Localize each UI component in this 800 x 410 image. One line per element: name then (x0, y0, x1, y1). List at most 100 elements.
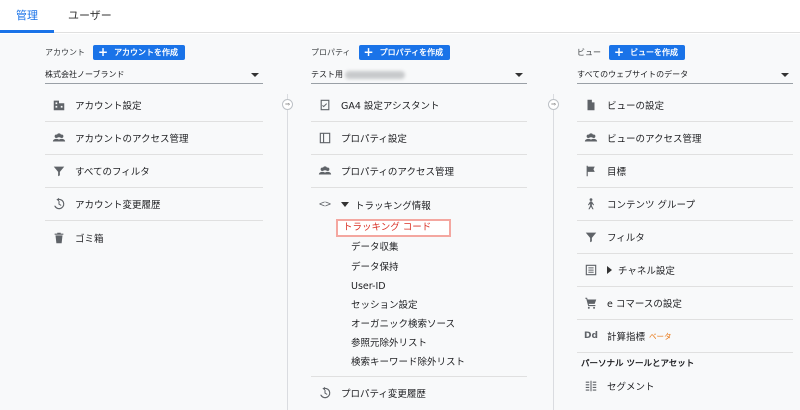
view-column-header: ビュー + ビューを作成 (577, 44, 686, 60)
item-label: ビューの設定 (607, 101, 665, 112)
search-term-exclusion-link[interactable]: 検索キーワード除外リスト (351, 354, 465, 372)
account-selected: 株式会社ノーブランド (45, 70, 125, 79)
item-label: プロパティのアクセス管理 (341, 167, 454, 178)
trash-item[interactable]: ゴミ箱 (45, 221, 263, 254)
layout-icon (317, 130, 333, 146)
account-access-item[interactable]: アカウントのアクセス管理 (45, 122, 263, 155)
people-icon (583, 130, 599, 146)
item-label: 目標 (607, 167, 627, 178)
item-label: セグメント (607, 381, 655, 393)
ga4-assistant-item[interactable]: GA4 設定アシスタント (311, 89, 527, 122)
chevron-down-icon (341, 202, 349, 207)
building-icon (51, 97, 67, 113)
admin-tab-bar: 管理 ユーザー (0, 0, 800, 33)
tab-user[interactable]: ユーザー (52, 0, 128, 33)
code-icon: <> (318, 199, 332, 210)
view-settings-item[interactable]: ビューの設定 (577, 89, 793, 122)
column-divider (553, 94, 554, 410)
chevron-right-icon (607, 266, 612, 274)
flag-icon (583, 163, 599, 179)
personal-tools-heading: パーソナル ツールとアセット (581, 359, 695, 369)
property-selected: テスト用 (311, 69, 515, 80)
item-label: アカウントのアクセス管理 (75, 134, 189, 145)
property-label: プロパティ (311, 47, 351, 57)
chevron-down-icon (781, 72, 789, 77)
property-access-item[interactable]: プロパティのアクセス管理 (311, 155, 527, 188)
people-icon (317, 163, 333, 179)
tracking-code-link[interactable]: トラッキング コード (336, 219, 452, 237)
ecommerce-settings-item[interactable]: e コマースの設定 (577, 287, 793, 320)
create-account-label: アカウントを作成 (114, 47, 179, 57)
property-selector[interactable]: テスト用 (311, 66, 527, 84)
plus-icon: + (98, 45, 109, 59)
item-label: プロパティ設定 (341, 134, 407, 145)
beta-badge: ベータ (649, 331, 672, 341)
item-label: ゴミ箱 (75, 233, 104, 245)
referral-exclusion-link[interactable]: 参照元除外リスト (351, 335, 427, 353)
create-account-button[interactable]: + アカウントを作成 (93, 44, 186, 60)
all-filters-item[interactable]: すべてのフィルタ (45, 155, 263, 188)
account-selector[interactable]: 株式会社ノーブランド (45, 66, 263, 84)
create-view-button[interactable]: + ビューを作成 (609, 44, 686, 60)
dd-icon: Dd (584, 331, 598, 341)
chevron-down-icon (251, 72, 259, 77)
plus-icon: + (363, 45, 374, 59)
item-label: すべてのフィルタ (75, 167, 150, 178)
item-label: 計算指標 (607, 332, 646, 343)
person-walk-icon (583, 196, 599, 212)
item-label: アカウント変更履歴 (75, 200, 161, 211)
content-grouping-item[interactable]: コンテンツ グループ (577, 188, 793, 221)
calculated-metrics-item[interactable]: Dd 計算指標 ベータ (577, 320, 793, 353)
item-label: GA4 設定アシスタント (341, 101, 440, 112)
chevron-down-icon (515, 72, 523, 77)
view-selected: すべてのウェブサイトのデータ (577, 70, 689, 79)
filter-icon (583, 229, 599, 245)
channel-settings-item[interactable]: チャネル設定 (577, 254, 793, 287)
history-icon (317, 385, 333, 401)
data-retention-link[interactable]: データ保持 (351, 259, 399, 277)
item-label: チャネル設定 (618, 266, 675, 277)
column-divider (287, 94, 288, 410)
organic-search-link[interactable]: オーガニック検索ソース (351, 316, 455, 334)
people-icon (51, 130, 67, 146)
create-property-button[interactable]: + プロパティを作成 (358, 44, 451, 60)
view-access-item[interactable]: ビューのアクセス管理 (577, 122, 793, 155)
tab-admin[interactable]: 管理 (0, 0, 54, 33)
account-label: アカウント (45, 47, 85, 57)
item-label: コンテンツ グループ (607, 200, 695, 211)
user-id-link[interactable]: User-ID (351, 278, 386, 296)
view-filters-item[interactable]: フィルタ (577, 221, 793, 254)
property-column-header: プロパティ + プロパティを作成 (311, 44, 451, 60)
item-label: トラッキング情報 (355, 200, 431, 212)
arrow-right-icon: ⇒ (282, 99, 293, 110)
session-settings-link[interactable]: セッション設定 (351, 297, 418, 315)
item-label: フィルタ (607, 233, 645, 244)
plus-icon: + (614, 45, 625, 59)
view-label: ビュー (577, 47, 601, 57)
account-history-item[interactable]: アカウント変更履歴 (45, 188, 263, 221)
history-icon (51, 196, 67, 212)
view-selector[interactable]: すべてのウェブサイトのデータ (577, 66, 793, 84)
property-history-item[interactable]: プロパティ変更履歴 (311, 376, 527, 409)
account-settings-item[interactable]: アカウント設定 (45, 89, 263, 122)
admin-content: アカウント + アカウントを作成 株式会社ノーブランド アカウント設定 アカウン… (0, 34, 800, 410)
checklist-icon (317, 97, 333, 113)
account-column-header: アカウント + アカウントを作成 (45, 44, 186, 60)
trash-icon (51, 230, 67, 246)
item-label: ビューのアクセス管理 (607, 134, 702, 145)
tracking-info-item[interactable]: <> トラッキング情報 (311, 188, 527, 221)
property-settings-item[interactable]: プロパティ設定 (311, 122, 527, 155)
data-collection-link[interactable]: データ収集 (351, 239, 399, 257)
cart-icon (583, 295, 599, 311)
document-icon (583, 97, 599, 113)
channel-icon (583, 262, 599, 278)
item-label: アカウント設定 (75, 101, 142, 112)
create-view-label: ビューを作成 (630, 47, 679, 57)
segments-item[interactable]: セグメント (577, 369, 793, 402)
filter-icon (51, 163, 67, 179)
redacted-id (345, 70, 405, 79)
arrow-right-icon: ⇒ (548, 99, 559, 110)
create-property-label: プロパティを作成 (379, 47, 444, 57)
item-label: e コマースの設定 (607, 299, 682, 310)
goals-item[interactable]: 目標 (577, 155, 793, 188)
